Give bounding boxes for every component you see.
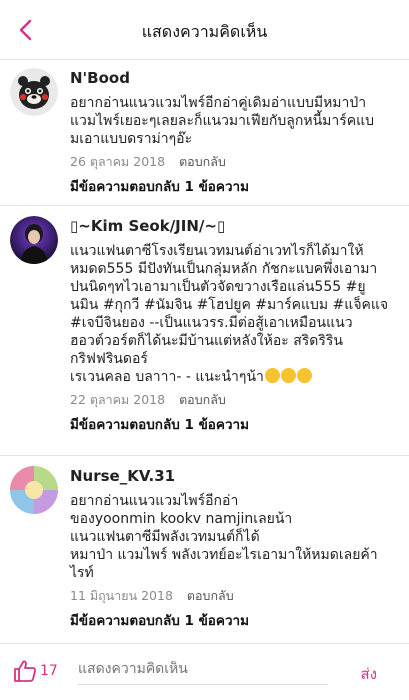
comment-date: 11 มิถุนายน 2018	[70, 588, 173, 603]
avatar[interactable]	[10, 466, 58, 514]
view-replies-link[interactable]: มีข้อความตอบกลับ 1 ข้อความ	[70, 612, 399, 630]
page-title: แสดงความคิดเห็น	[141, 22, 268, 41]
avatar[interactable]	[10, 216, 58, 264]
comment-input[interactable]	[78, 661, 328, 677]
comment-author[interactable]: Nurse_KV.31	[70, 466, 399, 486]
comment-author[interactable]: N'Bood	[70, 68, 399, 88]
reply-button[interactable]: ตอบกลับ	[179, 154, 226, 169]
like-count: 17	[40, 663, 58, 679]
view-replies-link[interactable]: มีข้อความตอบกลับ 1 ข้อความ	[70, 416, 399, 434]
comment-meta: 11 มิถุนายน 2018 ตอบกลับ	[70, 588, 399, 604]
send-button[interactable]: ส่ง	[361, 662, 377, 686]
comment-footer: 17 ส่ง	[0, 643, 409, 700]
comment-meta: 26 ตุลาคม 2018 ตอบกลับ	[70, 154, 399, 170]
comment-list[interactable]: N'Bood อยากอ่านแนวแวมไพร์อีกอ่าคู่เดิมอ่…	[0, 60, 409, 643]
view-replies-link[interactable]: มีข้อความตอบกลับ 1 ข้อความ	[70, 178, 399, 196]
reply-button[interactable]: ตอบกลับ	[187, 588, 234, 603]
comment-text: แนวแฟนตาซีโรงเรียนเวทมนต์อ่าเวทไรก็ได้มา…	[70, 243, 389, 385]
comment-text: อยากอ่านแนวแวมไพร์อีกอ่าคู่เดิมอ่าแบบมีห…	[70, 95, 375, 147]
comment-item: ▯~Kim Seok/JIN/~▯ แนวแฟนตาซีโรงเรียนเวทม…	[0, 205, 409, 455]
comment-meta: 22 ตุลาคม 2018 ตอบกลับ	[70, 392, 399, 408]
comment-item: Nurse_KV.31 อยากอ่านแนวแวมไพร์อีกอ่า ของ…	[0, 455, 409, 643]
comment-item: N'Bood อยากอ่านแนวแวมไพร์อีกอ่าคู่เดิมอ่…	[0, 60, 409, 205]
emoji-icon	[264, 368, 312, 385]
reply-button[interactable]: ตอบกลับ	[179, 392, 226, 407]
avatar[interactable]	[10, 68, 58, 116]
app-header: แสดงความคิดเห็น	[0, 0, 409, 60]
comment-date: 26 ตุลาคม 2018	[70, 154, 166, 169]
comment-date: 22 ตุลาคม 2018	[70, 392, 166, 407]
thumbs-up-icon[interactable]	[12, 658, 38, 684]
input-underline	[78, 684, 328, 685]
comment-author[interactable]: ▯~Kim Seok/JIN/~▯	[70, 216, 399, 236]
comment-text: อยากอ่านแนวแวมไพร์อีกอ่า ของyoonmin kook…	[70, 493, 378, 581]
